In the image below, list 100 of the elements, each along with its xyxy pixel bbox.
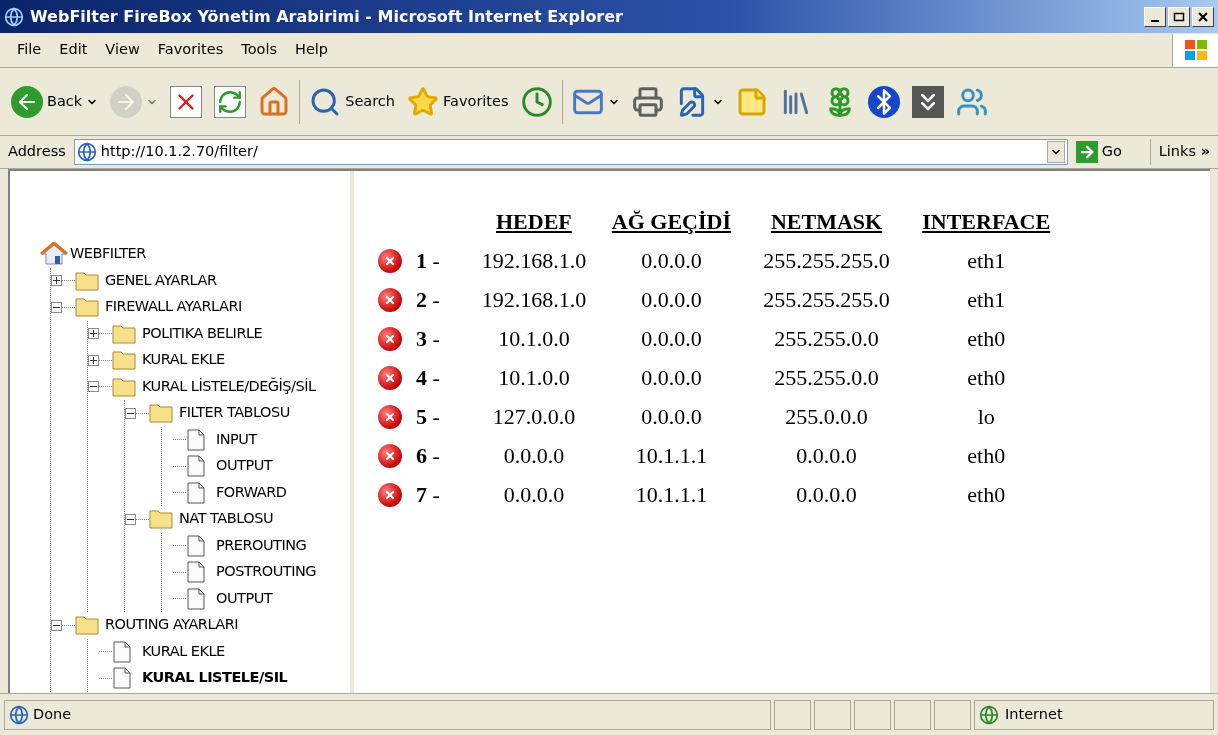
tree-item[interactable]: GENEL AYARLAR — [105, 269, 217, 292]
column-header: NETMASK — [771, 208, 883, 234]
table-cell: 0.0.0.0 — [641, 326, 702, 351]
table-cell: eth0 — [967, 482, 1006, 507]
delete-button[interactable] — [378, 287, 402, 312]
folder-icon — [112, 376, 136, 397]
expand-toggle[interactable] — [88, 354, 99, 366]
tree-item[interactable]: FIREWALL AYARLARI — [105, 296, 242, 319]
tree-item[interactable]: INPUT — [216, 428, 257, 451]
address-field[interactable]: http://10.1.2.70/filter/ — [73, 139, 1068, 165]
tree-item[interactable]: POLITIKA BELIRLE — [142, 322, 263, 345]
menu-item[interactable]: Edit — [50, 39, 97, 61]
table-cell: 0.0.0.0 — [503, 443, 565, 468]
table-cell: 0.0.0.0 — [503, 482, 565, 507]
plus-icon — [90, 356, 97, 364]
tree-item[interactable]: OUTPUT — [216, 455, 273, 478]
column-header: INTERFACE — [922, 208, 1051, 234]
tree-item[interactable]: WEBFILTER — [70, 243, 146, 266]
folder-icon — [112, 323, 136, 344]
column-header: HEDEF — [496, 208, 572, 234]
table-cell: 127.0.0.0 — [492, 404, 576, 429]
tree-item[interactable]: KURAL EKLE — [142, 349, 225, 372]
table-cell: 10.1.1.1 — [635, 482, 708, 507]
expand-toggle[interactable] — [88, 328, 99, 340]
row-number: 2 - — [416, 286, 440, 314]
table-cell: eth0 — [967, 443, 1006, 468]
refresh-icon — [214, 85, 247, 118]
collapse-toggle[interactable] — [51, 301, 62, 313]
status-panel — [774, 699, 811, 730]
menu-item[interactable]: Favorites — [148, 39, 233, 61]
menu-item[interactable]: Tools — [232, 39, 286, 61]
toolbar-button[interactable]: Favorites — [404, 81, 512, 122]
close-icon — [384, 332, 396, 345]
tree-item[interactable]: OUTPUT — [216, 587, 273, 610]
folder-icon — [75, 297, 99, 318]
tree-item[interactable]: FILTER TABLOSU — [179, 402, 290, 425]
collapse-toggle[interactable] — [88, 381, 99, 393]
table-cell: 0.0.0.0 — [641, 365, 702, 390]
row-number: 6 - — [416, 442, 440, 470]
collapse-toggle[interactable] — [125, 513, 136, 525]
chevrons-icon — [911, 85, 944, 118]
house-icon — [40, 242, 68, 267]
delete-button[interactable] — [378, 404, 402, 429]
close-icon — [384, 410, 396, 423]
row-number: 5 - — [416, 403, 440, 431]
maximize-button[interactable] — [1168, 6, 1190, 27]
table-cell: 255.0.0.0 — [785, 404, 868, 429]
close-icon — [1197, 11, 1209, 22]
close-icon — [384, 254, 396, 267]
table-cell: 255.255.0.0 — [774, 365, 879, 390]
tree-item[interactable]: POSTROUTING — [216, 561, 317, 584]
table-cell: 0.0.0.0 — [641, 404, 702, 429]
menu-item[interactable]: View — [96, 39, 149, 61]
table-cell: 0.0.0.0 — [641, 248, 702, 273]
expand-toggle[interactable] — [51, 275, 62, 287]
table-cell: 255.255.255.0 — [763, 248, 890, 273]
table-cell: 0.0.0.0 — [796, 482, 857, 507]
delete-button[interactable] — [378, 365, 402, 390]
delete-button[interactable] — [378, 326, 402, 351]
star-icon — [407, 85, 440, 118]
delete-button[interactable] — [378, 443, 402, 468]
maximize-icon — [1173, 11, 1185, 22]
delete-button[interactable] — [378, 248, 402, 273]
tree-item[interactable]: KURAL LİSTELE/DEĞİŞ/SİL — [142, 375, 316, 398]
row-number: 1 - — [416, 247, 440, 275]
tree-item[interactable]: PREROUTING — [216, 534, 307, 557]
toolbar-button[interactable]: Back — [8, 81, 102, 122]
menu-item[interactable]: Help — [286, 39, 338, 61]
tree-item[interactable]: FORWARD — [216, 481, 287, 504]
table-cell: 0.0.0.0 — [796, 443, 857, 468]
menu-item[interactable]: File — [8, 39, 51, 61]
tree-item[interactable]: ROUTING AYARLARI — [105, 614, 239, 637]
minimize-button[interactable] — [1144, 6, 1166, 27]
folder-icon — [149, 403, 173, 424]
folder-icon — [149, 509, 173, 530]
table-cell: 192.168.1.0 — [481, 287, 587, 312]
stop-icon — [170, 85, 203, 118]
table-cell: 192.168.1.0 — [481, 248, 587, 273]
go-button[interactable]: Go — [1071, 141, 1126, 163]
table-cell: eth1 — [967, 248, 1006, 273]
table-cell: lo — [977, 404, 995, 429]
delete-button[interactable] — [378, 482, 402, 507]
tree-item[interactable]: KURAL EKLE — [142, 640, 225, 663]
zone-text: Internet — [1005, 704, 1063, 724]
dropdown-button[interactable] — [1046, 141, 1065, 163]
links-button[interactable]: Links » — [1154, 141, 1214, 163]
collapse-toggle[interactable] — [51, 619, 62, 631]
tree-item[interactable]: NAT TABLOSU — [179, 508, 273, 531]
collapse-toggle[interactable] — [125, 407, 136, 419]
browser-icon — [4, 6, 24, 27]
close-button[interactable] — [1192, 6, 1214, 27]
status-panel — [934, 699, 971, 730]
close-icon — [384, 449, 396, 462]
plus-icon — [53, 277, 60, 285]
status-panel — [814, 699, 851, 730]
toolbar-button[interactable]: Search — [306, 81, 399, 122]
folder-icon — [75, 615, 99, 636]
minimize-icon — [1151, 19, 1159, 22]
tree-item[interactable]: KURAL LISTELE/SIL — [142, 667, 288, 690]
history-icon — [520, 85, 553, 118]
